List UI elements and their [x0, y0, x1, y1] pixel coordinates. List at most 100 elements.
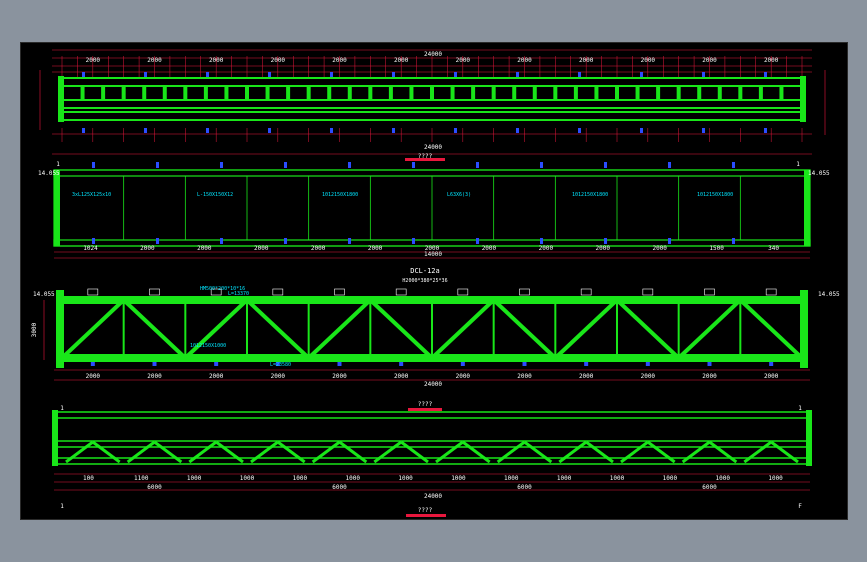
view1-stiffener — [306, 86, 311, 100]
view2-marker — [732, 238, 735, 244]
view2-marker — [284, 238, 287, 244]
view3-diagonal — [738, 298, 804, 360]
view1-stiffener — [779, 86, 784, 100]
view1-stiffener — [738, 86, 743, 100]
view4-caption-underline — [406, 514, 446, 517]
view1-marker — [82, 128, 85, 133]
view2-dim-label: 2000 — [425, 245, 440, 252]
view3-marker — [769, 362, 774, 366]
view4-mid-beam — [53, 440, 811, 448]
view2-dim-label: 2000 — [254, 245, 269, 252]
view1-top-dim-label: 2000 — [456, 57, 471, 64]
view1-top-dim-label: 2000 — [517, 57, 532, 64]
view3-marker — [399, 362, 404, 366]
view1-stiffener — [286, 86, 291, 100]
view1-marker — [330, 128, 333, 133]
view1-stiffener — [676, 86, 681, 100]
view3-purlin-clip — [149, 288, 160, 296]
view3-marker — [707, 362, 712, 366]
view1-marker — [516, 128, 519, 133]
view2-dim-label: 2000 — [482, 245, 497, 252]
view1-marker — [516, 72, 519, 77]
view2-marker — [220, 238, 223, 244]
view4-brace — [496, 440, 526, 464]
view4-brace — [435, 440, 464, 464]
view3-purlin-clip — [395, 288, 407, 296]
view3-dim-label: 2000 — [209, 373, 224, 380]
view2-marker — [668, 162, 671, 168]
view1-stiffener — [347, 86, 352, 100]
view2-marker — [92, 162, 95, 168]
view1-stiffener — [183, 86, 188, 100]
view1-stiffener — [327, 86, 332, 100]
view3-bottom-dimensions: 2000 2000 2000 2000 2000 2000 2000 2000 2000 2000… — [86, 373, 779, 380]
view2-marker — [412, 238, 415, 244]
view1-marker — [640, 72, 643, 77]
view1-stiffener — [717, 86, 722, 100]
view3-annotation: L=23580 — [270, 362, 291, 368]
view1-marker — [206, 72, 209, 77]
view4-top-beam — [53, 411, 811, 419]
view3-caption-underline — [408, 408, 442, 411]
view1-marker — [702, 72, 705, 77]
view3-marker — [152, 362, 157, 366]
view2-annotations: 3xL125X125x10 L-150X150X12 1012150X1800 L63… — [72, 192, 733, 198]
view2-annotation: 1012150X1800 — [322, 192, 358, 198]
view2-top-flange — [53, 169, 811, 177]
view2-annotation: 1012150X1800 — [572, 192, 608, 198]
view2-marker — [540, 238, 543, 244]
view1-stiffener — [758, 86, 763, 100]
view2-marker — [476, 162, 479, 168]
view3-marker — [90, 362, 95, 366]
view1-stiffener — [388, 86, 393, 100]
view3-diagonal — [183, 298, 249, 360]
view4-brace — [400, 440, 429, 464]
view2-annotation: 1012150X1800 — [697, 192, 733, 198]
view3-marker — [584, 362, 589, 366]
view4-dim-label: 6000 — [702, 484, 717, 491]
cad-drawing[interactable]: 24000 24000 ???? 1 1 2000 2000 2000 2000 200… — [0, 0, 867, 562]
view1-top-dim-label: 2000 — [764, 57, 779, 64]
view1-top-dim-label: 2000 — [332, 57, 347, 64]
view2-dim-label: 2000 — [368, 245, 383, 252]
view2-annotation: 3xL125X125x10 — [72, 192, 111, 198]
view2-marker — [220, 162, 223, 168]
view1-top-dim-label: 2000 — [702, 57, 717, 64]
view1-stiffener — [471, 86, 476, 100]
view4-right-mark: 1 — [798, 405, 802, 412]
view4-total-dim: 24000 — [424, 493, 442, 500]
view4-left-axis: 1 — [60, 503, 64, 510]
view2-bottom-total: 14000 — [424, 251, 442, 258]
view2-marker — [732, 162, 735, 168]
view1-stiffener — [142, 86, 147, 100]
view3-dim-label: 2000 — [271, 373, 286, 380]
view2-dim-label: 1500 — [709, 245, 724, 252]
view2-dim-label: 1024 — [83, 245, 98, 252]
view1-marker — [578, 128, 581, 133]
view1-marker — [330, 72, 333, 77]
view2-right-elevation: 14.055 — [808, 170, 830, 177]
view4-brace — [681, 440, 711, 464]
view4-brace — [461, 440, 491, 464]
view2-dim-label: 2000 — [652, 245, 667, 252]
view1-stiffener — [532, 86, 537, 100]
view4-brace — [585, 440, 614, 464]
view1-lower-chord — [61, 99, 803, 109]
view1-stiffener — [101, 86, 106, 100]
view3-purlin-clip — [642, 288, 654, 296]
view1-top-dim-label: 2000 — [271, 57, 286, 64]
view1-bottom-total-dim: 24000 — [424, 144, 442, 151]
view1-stiffener — [512, 86, 517, 100]
view1-stiffener — [594, 86, 599, 100]
view4-brace — [126, 440, 156, 464]
view1-top-dim-label: 2000 — [86, 57, 101, 64]
view1-marker — [144, 72, 147, 77]
view1-top-chord — [61, 77, 803, 87]
view2-marker — [92, 238, 95, 244]
view4-dim-label: 1000 — [715, 475, 730, 482]
view1-stiffener — [224, 86, 229, 100]
view3-dim-label: 2000 — [641, 373, 656, 380]
view4-dim-label: 1100 — [134, 475, 149, 482]
view1-marker — [578, 72, 581, 77]
view4-brace — [276, 440, 306, 464]
